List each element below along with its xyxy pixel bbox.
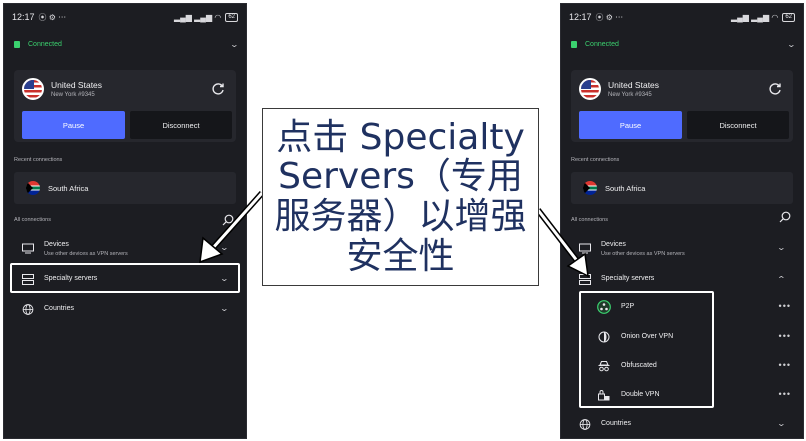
more-options-icon[interactable]: ••• xyxy=(779,360,791,370)
connection-status: Connected xyxy=(585,40,619,48)
chevron-down-icon[interactable]: ⌄ xyxy=(220,243,229,252)
all-connections-label: All connections xyxy=(14,217,51,223)
refresh-icon[interactable] xyxy=(767,81,783,97)
more-options-icon[interactable]: ••• xyxy=(779,301,791,311)
south-africa-flag-icon xyxy=(583,181,597,195)
notification-icons: ⦿ ⚙ ⋯ xyxy=(38,12,67,22)
specialty-servers-row[interactable]: Specialty servers ⌄ xyxy=(571,267,793,293)
countries-row[interactable]: Countries ⌄ xyxy=(14,297,236,323)
devices-row[interactable]: Devices Use other devices as VPN servers… xyxy=(14,236,236,262)
disconnect-button[interactable]: Disconnect xyxy=(130,111,232,139)
clock: 12:17 xyxy=(12,12,35,22)
all-connections-label: All connections xyxy=(571,217,608,223)
devices-icon xyxy=(22,243,34,254)
us-flag-icon xyxy=(579,78,601,100)
lock-icon xyxy=(14,40,20,48)
clock: 12:17 xyxy=(569,12,592,22)
more-options-icon[interactable]: ••• xyxy=(779,389,791,399)
recent-connection-label: South Africa xyxy=(605,184,646,193)
search-icon[interactable] xyxy=(222,214,234,226)
devices-label: Devices xyxy=(44,241,69,248)
chevron-up-icon[interactable]: ⌄ xyxy=(777,274,786,283)
battery-icon: 62 xyxy=(782,12,795,22)
current-server-card: United States New York #9345 Pause Disco… xyxy=(14,70,236,142)
notification-icons: ⦿ ⚙ ⋯ xyxy=(595,12,624,22)
pause-button[interactable]: Pause xyxy=(22,111,125,139)
refresh-icon[interactable] xyxy=(210,81,226,97)
recent-connection-item[interactable]: South Africa xyxy=(571,172,793,204)
server-name: New York #9345 xyxy=(51,92,95,98)
lock-icon xyxy=(571,40,577,48)
devices-description: Use other devices as VPN servers xyxy=(44,251,128,257)
devices-label: Devices xyxy=(601,241,626,248)
chevron-down-icon[interactable]: ⌄ xyxy=(220,304,229,313)
countries-label: Countries xyxy=(601,420,631,427)
countries-label: Countries xyxy=(44,305,74,312)
south-africa-flag-icon xyxy=(26,181,40,195)
phone-screen-before: 12:17 ⦿ ⚙ ⋯ ▂▄▆ ▂▄▆ ◠ 62 Connected ⌄ Uni… xyxy=(3,3,247,439)
devices-description: Use other devices as VPN servers xyxy=(601,251,685,257)
recent-connection-item[interactable]: South Africa xyxy=(14,172,236,204)
recent-connection-label: South Africa xyxy=(48,184,89,193)
server-stack-icon xyxy=(579,274,591,285)
connection-status-row[interactable]: Connected ⌄ xyxy=(571,37,796,51)
connection-status-row[interactable]: Connected ⌄ xyxy=(14,37,239,51)
highlight-box xyxy=(10,263,240,293)
status-bar: 12:17 ⦿ ⚙ ⋯ ▂▄▆ ▂▄▆ ◠ 62 xyxy=(12,11,238,23)
signal-icon: ▂▄▆ ▂▄▆ ◠ xyxy=(730,12,779,22)
recent-connections-label: Recent connections xyxy=(14,157,63,163)
signal-icon: ▂▄▆ ▂▄▆ ◠ xyxy=(173,12,222,22)
current-server-card: United States New York #9345 Pause Disco… xyxy=(571,70,793,142)
callout-text: 点击 Specialty Servers（专用服务器）以增强安全性 xyxy=(274,116,527,277)
battery-icon: 62 xyxy=(225,12,238,22)
devices-row[interactable]: Devices Use other devices as VPN servers… xyxy=(571,236,793,262)
server-country: United States xyxy=(608,80,660,90)
recent-connections-label: Recent connections xyxy=(571,157,620,163)
disconnect-button[interactable]: Disconnect xyxy=(687,111,789,139)
status-bar: 12:17 ⦿ ⚙ ⋯ ▂▄▆ ▂▄▆ ◠ 62 xyxy=(569,11,795,23)
connection-status: Connected xyxy=(28,40,62,48)
chevron-down-icon[interactable]: ⌄ xyxy=(230,40,239,49)
globe-icon xyxy=(22,304,34,315)
more-options-icon[interactable]: ••• xyxy=(779,331,791,341)
search-icon[interactable] xyxy=(779,211,791,223)
instruction-callout: 点击 Specialty Servers（专用服务器）以增强安全性 xyxy=(262,108,539,286)
pause-button[interactable]: Pause xyxy=(579,111,682,139)
phone-screen-after: 12:17 ⦿ ⚙ ⋯ ▂▄▆ ▂▄▆ ◠ 62 Connected ⌄ Uni… xyxy=(560,3,804,439)
devices-icon xyxy=(579,243,591,254)
chevron-down-icon[interactable]: ⌄ xyxy=(777,243,786,252)
server-country: United States xyxy=(51,80,103,90)
globe-icon xyxy=(579,419,591,430)
us-flag-icon xyxy=(22,78,44,100)
highlight-box xyxy=(579,291,714,408)
specialty-servers-label: Specialty servers xyxy=(601,275,655,282)
countries-row[interactable]: Countries ⌄ xyxy=(571,412,793,438)
server-name: New York #9345 xyxy=(608,92,652,98)
chevron-down-icon[interactable]: ⌄ xyxy=(777,419,786,428)
chevron-down-icon[interactable]: ⌄ xyxy=(787,40,796,49)
